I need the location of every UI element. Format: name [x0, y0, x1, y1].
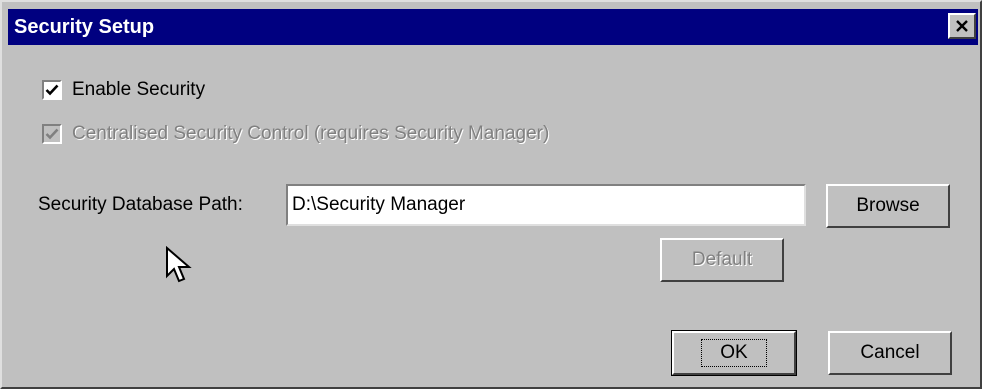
centralised-control-option: Centralised Security Control (requires S…: [42, 122, 549, 146]
default-button: Default: [660, 238, 784, 282]
database-path-label: Security Database Path:: [38, 194, 243, 215]
database-path-input[interactable]: [286, 184, 806, 226]
enable-security-option[interactable]: Enable Security: [42, 78, 205, 102]
window-title: Security Setup: [14, 16, 155, 38]
close-icon: [956, 20, 968, 32]
browse-button[interactable]: Browse: [826, 184, 950, 228]
title-bar[interactable]: Security Setup: [8, 9, 978, 45]
security-setup-dialog: Security Setup Enable Security Centralis…: [0, 0, 982, 389]
ok-button[interactable]: OK: [671, 330, 797, 376]
mouse-pointer-icon: [166, 246, 192, 283]
centralised-control-checkbox: [42, 124, 62, 144]
check-icon: [45, 128, 59, 140]
cancel-button[interactable]: Cancel: [828, 331, 952, 375]
ok-button-label: OK: [701, 339, 767, 367]
centralised-control-label: Centralised Security Control (requires S…: [72, 123, 550, 144]
enable-security-label: Enable Security: [72, 79, 206, 100]
enable-security-checkbox[interactable]: [42, 80, 62, 100]
close-button[interactable]: [948, 13, 976, 39]
check-icon: [45, 84, 59, 96]
